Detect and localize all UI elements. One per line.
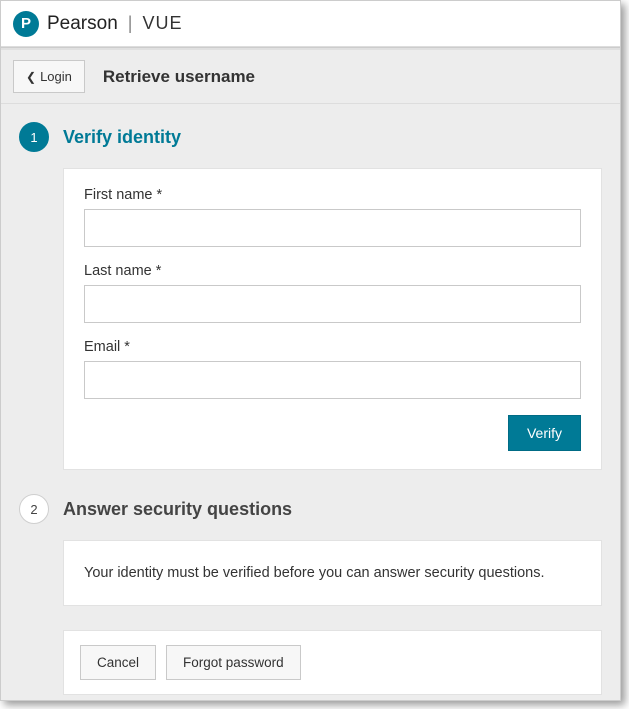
last-name-input[interactable] [84, 285, 581, 323]
first-name-label: First name * [84, 187, 581, 203]
back-login-label: Login [40, 69, 72, 84]
brand-sub: VUE [142, 13, 182, 34]
step-2-title: Answer security questions [63, 499, 292, 520]
security-note-text: Your identity must be verified before yo… [84, 565, 545, 581]
email-label: Email * [84, 339, 581, 355]
first-name-input[interactable] [84, 209, 581, 247]
app-window: P Pearson | VUE ❮ Login Retrieve usernam… [0, 0, 621, 701]
cancel-button[interactable]: Cancel [80, 645, 156, 680]
last-name-field-group: Last name * [84, 263, 581, 323]
last-name-label: Last name * [84, 263, 581, 279]
verify-identity-panel: First name * Last name * Email * Verify [63, 168, 602, 470]
pearson-logo-icon: P [13, 11, 39, 37]
step-1-header: 1 Verify identity [19, 122, 602, 152]
verify-button[interactable]: Verify [508, 415, 581, 451]
content-area: 1 Verify identity First name * Last name… [1, 104, 620, 700]
back-login-button[interactable]: ❮ Login [13, 60, 85, 93]
email-field-group: Email * [84, 339, 581, 399]
first-name-field-group: First name * [84, 187, 581, 247]
step-2-number: 2 [19, 494, 49, 524]
bottom-actions-panel: Cancel Forgot password [63, 630, 602, 695]
step-1-title: Verify identity [63, 127, 181, 148]
brand-name: Pearson [47, 13, 118, 35]
forgot-password-button[interactable]: Forgot password [166, 645, 301, 680]
page-title: Retrieve username [103, 67, 255, 87]
title-bar: ❮ Login Retrieve username [1, 50, 620, 104]
security-note-panel: Your identity must be verified before yo… [63, 540, 602, 606]
step-1-number: 1 [19, 122, 49, 152]
brand-bar: P Pearson | VUE [1, 1, 620, 47]
email-input[interactable] [84, 361, 581, 399]
verify-row: Verify [84, 415, 581, 451]
step-2-header: 2 Answer security questions [19, 494, 602, 524]
brand-divider: | [128, 13, 133, 34]
chevron-left-icon: ❮ [26, 70, 36, 84]
